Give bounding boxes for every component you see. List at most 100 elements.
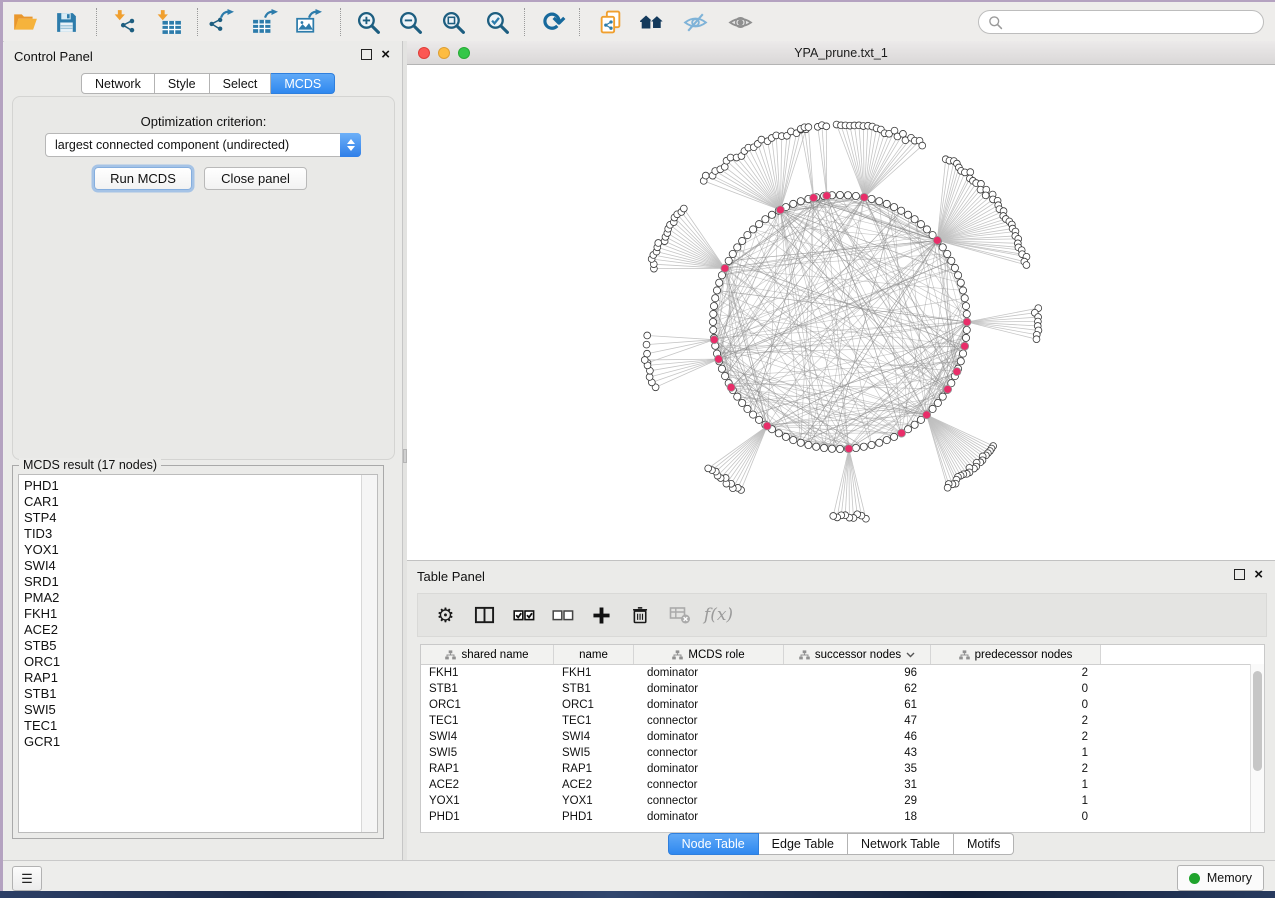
network-leaf-node[interactable] (702, 172, 709, 179)
open-file-button[interactable] (5, 7, 45, 37)
float-panel-icon[interactable] (361, 49, 372, 60)
tab-network-table[interactable]: Network Table (848, 833, 954, 855)
network-node[interactable] (948, 257, 955, 264)
close-table-panel-icon[interactable]: × (1254, 569, 1263, 580)
network-hub-node[interactable] (923, 411, 931, 419)
network-node[interactable] (890, 203, 897, 210)
mcds-result-item[interactable]: PHD1 (24, 478, 357, 494)
network-node[interactable] (755, 221, 762, 228)
network-hub-node[interactable] (953, 368, 961, 376)
network-hub-node[interactable] (933, 236, 941, 244)
column-header-shared-name[interactable]: shared name (421, 645, 554, 664)
network-node[interactable] (860, 443, 867, 450)
network-node[interactable] (828, 445, 835, 452)
network-hub-node[interactable] (727, 383, 735, 391)
refresh-button[interactable]: ⟳ (534, 7, 574, 37)
mcds-result-item[interactable]: PMA2 (24, 590, 357, 606)
copy-network-button[interactable] (590, 7, 630, 37)
network-node[interactable] (868, 441, 875, 448)
tab-node-table[interactable]: Node Table (668, 833, 759, 855)
memory-button[interactable]: Memory (1177, 865, 1264, 891)
tab-network[interactable]: Network (81, 73, 155, 94)
network-node[interactable] (934, 399, 941, 406)
network-node[interactable] (852, 444, 859, 451)
network-node[interactable] (868, 195, 875, 202)
mcds-result-item[interactable]: CAR1 (24, 494, 357, 510)
mcds-list-scrollbar[interactable] (361, 475, 377, 832)
network-node[interactable] (721, 372, 728, 379)
first-neighbors-button[interactable] (632, 7, 672, 37)
mcds-result-item[interactable]: STB1 (24, 686, 357, 702)
network-node[interactable] (710, 302, 717, 309)
network-leaf-node[interactable] (680, 205, 687, 212)
table-row[interactable]: PHD1PHD1dominator180 (421, 809, 1264, 825)
network-node[interactable] (790, 200, 797, 207)
network-node[interactable] (709, 318, 716, 325)
mcds-result-item[interactable]: TEC1 (24, 718, 357, 734)
network-node[interactable] (734, 393, 741, 400)
network-node[interactable] (929, 405, 936, 412)
network-node[interactable] (961, 295, 968, 302)
network-leaf-node[interactable] (655, 240, 662, 247)
network-node[interactable] (712, 295, 719, 302)
unselect-all-button[interactable] (543, 605, 582, 626)
close-window-icon[interactable] (418, 47, 430, 59)
zoom-in-button[interactable] (348, 7, 388, 37)
table-row[interactable]: SWI4SWI4dominator462 (421, 729, 1264, 745)
table-row[interactable]: RAP1RAP1dominator352 (421, 761, 1264, 777)
import-table-button[interactable] (149, 7, 189, 37)
network-node[interactable] (718, 365, 725, 372)
network-node[interactable] (716, 279, 723, 286)
network-node[interactable] (762, 216, 769, 223)
save-session-button[interactable] (46, 7, 86, 37)
network-leaf-node[interactable] (721, 163, 728, 170)
network-node[interactable] (844, 192, 851, 199)
export-table-button[interactable] (245, 7, 285, 37)
network-node[interactable] (710, 310, 717, 317)
network-node[interactable] (962, 302, 969, 309)
network-node[interactable] (904, 211, 911, 218)
network-node[interactable] (734, 244, 741, 251)
network-node[interactable] (820, 444, 827, 451)
network-leaf-node[interactable] (705, 465, 712, 472)
task-history-button[interactable]: ☰ (12, 866, 42, 891)
network-node[interactable] (813, 443, 820, 450)
delete-table-button[interactable] (660, 605, 699, 625)
mcds-result-item[interactable]: GCR1 (24, 734, 357, 750)
mcds-result-item[interactable]: RAP1 (24, 670, 357, 686)
mcds-result-item[interactable]: FKH1 (24, 606, 357, 622)
network-leaf-node[interactable] (919, 142, 926, 149)
add-column-button[interactable] (582, 605, 621, 626)
table-scrollbar-thumb[interactable] (1253, 671, 1262, 771)
network-node[interactable] (898, 207, 905, 214)
network-node[interactable] (729, 250, 736, 257)
column-header-name[interactable]: name (554, 645, 634, 664)
network-node[interactable] (749, 226, 756, 233)
network-hub-node[interactable] (810, 194, 818, 202)
mcds-result-item[interactable]: SWI4 (24, 558, 357, 574)
network-leaf-node[interactable] (805, 124, 812, 131)
network-node[interactable] (744, 231, 751, 238)
network-node[interactable] (951, 264, 958, 271)
network-canvas[interactable] (407, 65, 1275, 560)
mcds-result-item[interactable]: TID3 (24, 526, 357, 542)
table-settings-button[interactable]: ⚙ (426, 603, 465, 628)
network-node[interactable] (923, 226, 930, 233)
network-node[interactable] (836, 191, 843, 198)
import-network-button[interactable] (106, 7, 146, 37)
network-node[interactable] (836, 445, 843, 452)
tab-select[interactable]: Select (210, 73, 272, 94)
export-image-button[interactable] (289, 7, 329, 37)
network-node[interactable] (959, 350, 966, 357)
network-node[interactable] (710, 326, 717, 333)
network-node[interactable] (963, 326, 970, 333)
network-node[interactable] (782, 433, 789, 440)
network-node[interactable] (911, 216, 918, 223)
network-node[interactable] (775, 430, 782, 437)
network-node[interactable] (957, 358, 964, 365)
network-node[interactable] (957, 279, 964, 286)
network-node[interactable] (805, 441, 812, 448)
minimize-window-icon[interactable] (438, 47, 450, 59)
network-hub-node[interactable] (721, 264, 729, 272)
mcds-result-item[interactable]: SWI5 (24, 702, 357, 718)
